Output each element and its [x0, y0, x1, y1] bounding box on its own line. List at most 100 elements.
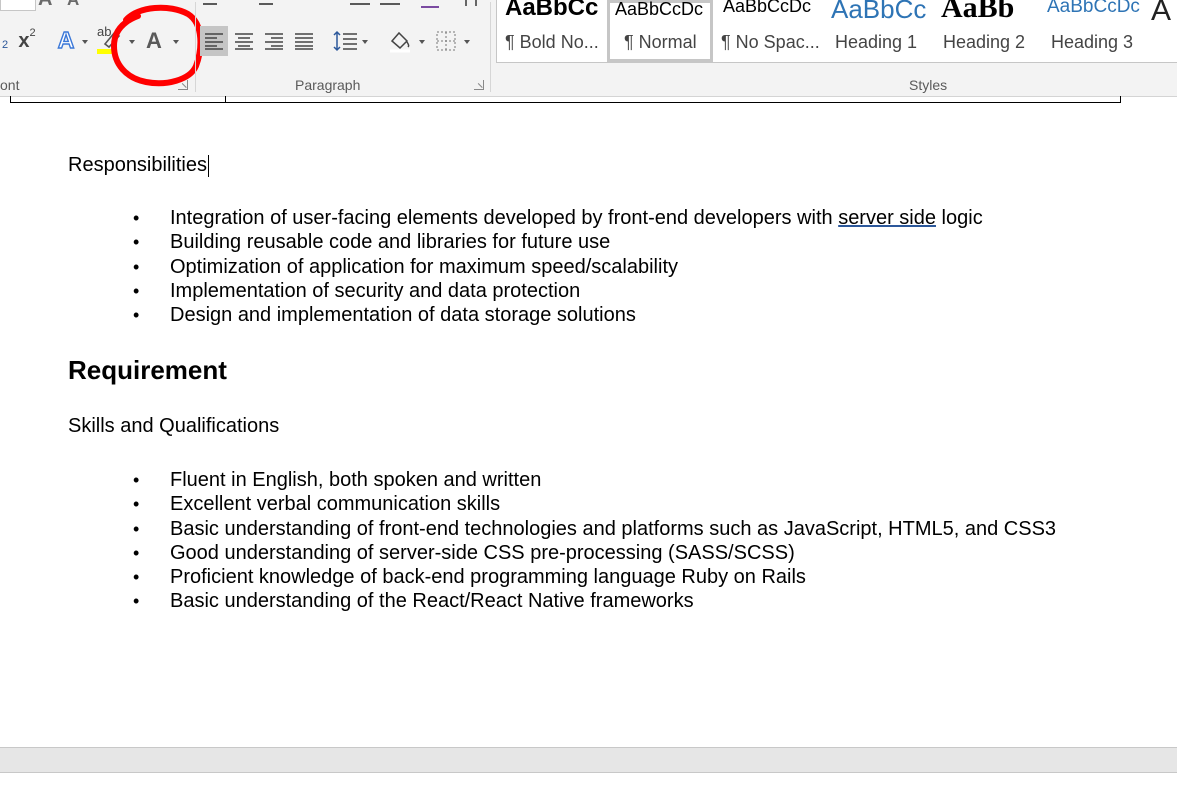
style-sample: AaBbCc: [505, 0, 599, 21]
list-item-text: Excellent verbal communication skills: [170, 493, 501, 516]
group-separator: [490, 2, 491, 92]
list-item[interactable]: • Basic understanding of front-end techno…: [133, 517, 1056, 541]
line-spacing-dropdown-icon[interactable]: [362, 40, 368, 44]
bullet: •: [133, 567, 140, 588]
list-item[interactable]: • Optimization of application for maximum…: [133, 255, 983, 279]
subscript-mark: 2: [1, 39, 9, 51]
paragraph-group-label: Paragraph: [295, 77, 361, 93]
shading-dropdown-icon[interactable]: [419, 40, 425, 44]
list-item[interactable]: • Building reusable code and libraries fo…: [133, 230, 983, 254]
list-item-text: Basic understanding of the React/React N…: [170, 590, 694, 613]
style-heading-1[interactable]: AaBbCc Heading 1: [825, 0, 931, 62]
style-bold-normal[interactable]: AaBbCc ¶ Bold No...: [497, 0, 605, 62]
list-item-text: Building reusable code and libraries for…: [170, 231, 611, 254]
style-normal[interactable]: AaBbCcDc ¶ Normal: [607, 0, 713, 62]
responsibilities-list: • Integration of user-facing elements dev…: [133, 206, 983, 327]
line-spacing-button[interactable]: [330, 26, 360, 56]
bullet: •: [133, 280, 140, 301]
borders-dropdown-icon[interactable]: [464, 40, 470, 44]
align-left-button[interactable]: [200, 26, 228, 56]
superscript-button[interactable]: x 2: [14, 27, 40, 54]
shading-button[interactable]: [385, 26, 415, 56]
style-name: Heading 3: [1051, 32, 1134, 52]
annotation-circle: [110, 4, 204, 87]
style-sample: AaBbCcDc: [615, 0, 704, 19]
show-formatting-icon[interactable]: [465, 0, 477, 6]
style-name: Heading 1: [835, 32, 918, 52]
style-heading-3[interactable]: AaBbCcDc Heading 3: [1041, 0, 1141, 62]
borders-button[interactable]: [432, 26, 460, 56]
style-name: Heading 2: [943, 32, 1026, 52]
list-item[interactable]: • Fluent in English, both spoken and writ…: [133, 468, 1056, 492]
align-left-icon: [205, 33, 223, 50]
bullet: •: [133, 305, 140, 326]
sort-icon[interactable]: [421, 0, 439, 8]
styles-more-preview[interactable]: A: [1151, 0, 1171, 28]
list-item[interactable]: • Integration of user-facing elements dev…: [133, 206, 983, 230]
responsibilities-title[interactable]: Responsibilities: [68, 154, 209, 177]
style-name: ¶ Normal: [624, 32, 697, 52]
bullet: •: [133, 542, 140, 563]
text-cursor: [207, 154, 209, 177]
numbering-icon[interactable]: [259, 3, 273, 5]
ribbon: A A 2 x 2 A ab A ont: [0, 0, 1177, 97]
list-item-text: Optimization of application for maximum …: [170, 255, 678, 278]
list-item-text: Fluent in English, both spoken and writt…: [170, 469, 542, 491]
list-item-text: Proficient knowledge of back-end program…: [170, 566, 806, 589]
borders-icon: [436, 31, 456, 51]
list-item-text: logic: [936, 207, 983, 229]
horizontal-scrollbar-area[interactable]: [0, 747, 1177, 773]
font-dialog-launcher-icon[interactable]: [178, 80, 188, 90]
list-item[interactable]: • Proficient knowledge of back-end progra…: [133, 565, 1056, 589]
justify-icon: [295, 33, 313, 50]
list-item[interactable]: • Good understanding of server-side CSS p…: [133, 541, 1056, 565]
justify-button[interactable]: [290, 26, 318, 56]
requirement-heading[interactable]: Requirement: [68, 355, 227, 386]
style-sample: AaBbCcDc: [723, 0, 812, 16]
decrease-indent-icon[interactable]: [350, 3, 370, 5]
align-right-button[interactable]: [260, 26, 288, 56]
skills-title[interactable]: Skills and Qualifications: [68, 415, 279, 438]
bullet: •: [133, 591, 140, 612]
line-spacing-icon: [333, 30, 357, 52]
font-size-box[interactable]: [0, 0, 36, 11]
bullet: •: [133, 518, 140, 539]
superscript-icon: x: [18, 29, 30, 52]
styles-group-label: Styles: [909, 77, 948, 93]
style-no-spacing[interactable]: AaBbCcDc ¶ No Spac...: [715, 0, 823, 62]
font-group-label: ont: [0, 77, 20, 93]
group-separator: [195, 2, 196, 92]
text-effects-dropdown-icon[interactable]: [82, 40, 88, 44]
paint-bucket-icon: [390, 31, 410, 53]
grammar-flagged-text[interactable]: server side: [838, 207, 936, 229]
list-item[interactable]: • Design and implementation of data stora…: [133, 303, 983, 327]
style-sample: AaBbCc: [831, 0, 927, 24]
list-item[interactable]: • Implementation of security and data pro…: [133, 279, 983, 303]
text-effects-button[interactable]: A: [52, 26, 80, 54]
bullet: •: [133, 470, 140, 490]
styles-gallery: AaBbCc ¶ Bold No... AaBbCcDc ¶ Normal Aa…: [496, 0, 1177, 63]
list-item-text: Basic understanding of front-end technol…: [170, 517, 1057, 540]
list-item-text: Integration of user-facing elements deve…: [170, 207, 839, 229]
list-item-text: Design and implementation of data storag…: [170, 304, 636, 327]
align-center-icon: [235, 33, 253, 50]
subscript-button[interactable]: 2: [0, 30, 10, 51]
text-effects-icon: A: [57, 26, 75, 53]
style-name: ¶ No Spac...: [721, 32, 820, 52]
bullet: •: [133, 232, 140, 253]
align-center-button[interactable]: [230, 26, 258, 56]
superscript-mark: 2: [29, 27, 36, 39]
shrink-font-icon[interactable]: A: [67, 0, 79, 10]
list-item-text: Good understanding of server-side CSS pr…: [170, 541, 795, 564]
list-item[interactable]: • Basic understanding of the React/React …: [133, 589, 1056, 613]
style-name: ¶ Bold No...: [505, 32, 599, 52]
list-item[interactable]: • Excellent verbal communication skills: [133, 492, 1056, 516]
grow-font-icon[interactable]: A: [38, 0, 52, 11]
bullet: •: [133, 208, 140, 228]
list-item-text: Implementation of security and data prot…: [170, 279, 581, 302]
paragraph-dialog-launcher-icon[interactable]: [474, 80, 484, 90]
style-heading-2[interactable]: AaBb Heading 2: [933, 0, 1039, 62]
increase-indent-icon[interactable]: [380, 3, 400, 5]
bullet: •: [133, 256, 140, 277]
table-bottom-border: [10, 96, 1121, 103]
